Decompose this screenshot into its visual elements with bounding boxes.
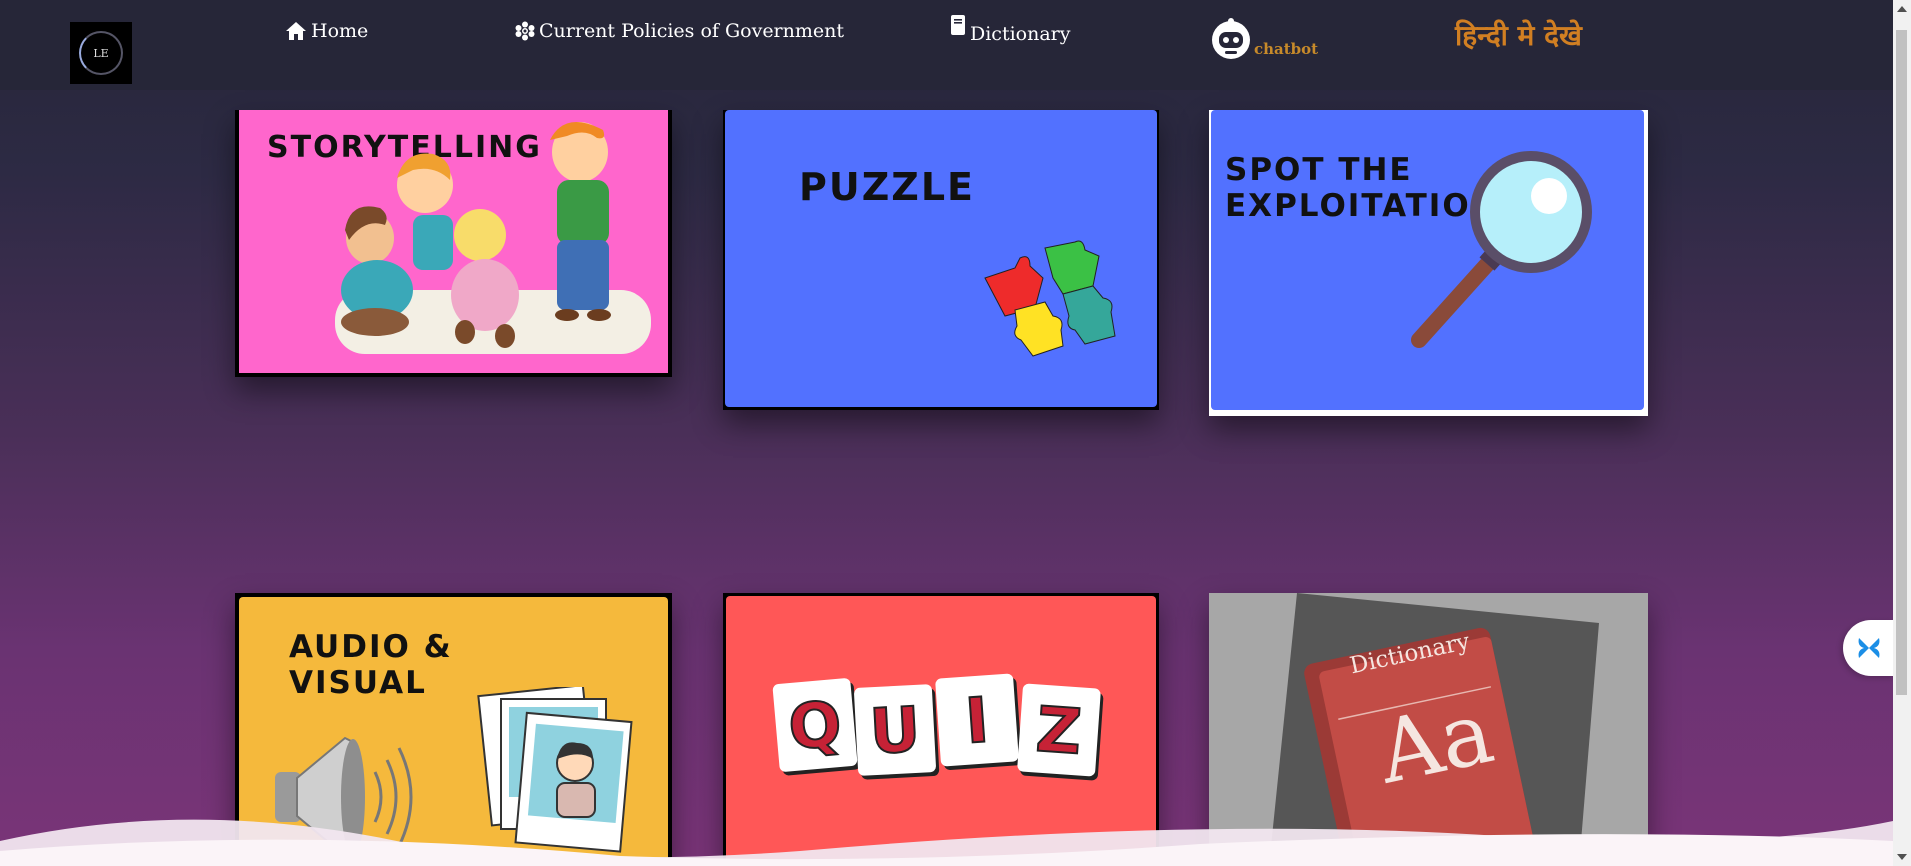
site-logo[interactable]: LE (70, 22, 132, 84)
quiz-tile-i: I (935, 673, 1019, 767)
spot-title-line1: SPOT THE (1225, 152, 1413, 188)
snowflake-icon (515, 21, 535, 41)
spot-the-exploitation-card[interactable]: SPOT THE EXPLOITATION (1209, 110, 1648, 416)
storytelling-card[interactable]: STORYTELLING (235, 110, 672, 377)
chatbot-button[interactable]: chatbot (1210, 18, 1318, 60)
quiz-tile-q: Q (772, 677, 858, 773)
nav-dictionary-label: Dictionary (970, 23, 1071, 45)
puzzle-pieces-icon (984, 240, 1116, 357)
quiz-tile-u: U (853, 684, 937, 776)
top-navigation-bar: LE Home Current Policies of Government D… (0, 0, 1893, 90)
scrollbar-thumb[interactable] (1896, 30, 1907, 695)
nav-home-label: Home (311, 20, 369, 42)
decorative-wave (0, 819, 1893, 866)
audio-title-line2: VISUAL (289, 665, 427, 701)
storytelling-card-body: STORYTELLING (239, 110, 668, 373)
butterfly-icon (1858, 638, 1880, 658)
puzzle-card[interactable]: PUZZLE (723, 110, 1159, 410)
hindi-language-link[interactable]: हिन्दी मे देखे (1455, 16, 1582, 54)
floating-assistant-button[interactable] (1843, 620, 1895, 676)
audio-title-line1: AUDIO & (289, 629, 453, 665)
puzzle-title: PUZZLE (799, 165, 975, 209)
nav-policies-link[interactable]: Current Policies of Government (515, 20, 844, 42)
spot-card-body: SPOT THE EXPLOITATION (1211, 110, 1644, 410)
quiz-tile-z: Z (1017, 683, 1101, 777)
page-scrollbar[interactable] (1893, 0, 1911, 866)
logo-emblem-icon: LE (79, 31, 123, 75)
chatbot-label: chatbot (1254, 40, 1319, 58)
magnifying-glass-icon (1411, 151, 1592, 348)
scroll-down-arrow-icon[interactable] (1897, 854, 1907, 860)
nav-dictionary-link[interactable]: Dictionary (950, 13, 1070, 45)
children-storytelling-illustration (335, 122, 651, 354)
puzzle-card-body: PUZZLE (725, 110, 1157, 407)
nav-policies-label: Current Policies of Government (539, 20, 845, 42)
scroll-up-arrow-icon[interactable] (1897, 6, 1907, 12)
nav-home-link[interactable]: Home (285, 20, 368, 42)
home-icon (286, 22, 306, 40)
robot-icon (1212, 18, 1250, 59)
book-icon (951, 15, 965, 35)
